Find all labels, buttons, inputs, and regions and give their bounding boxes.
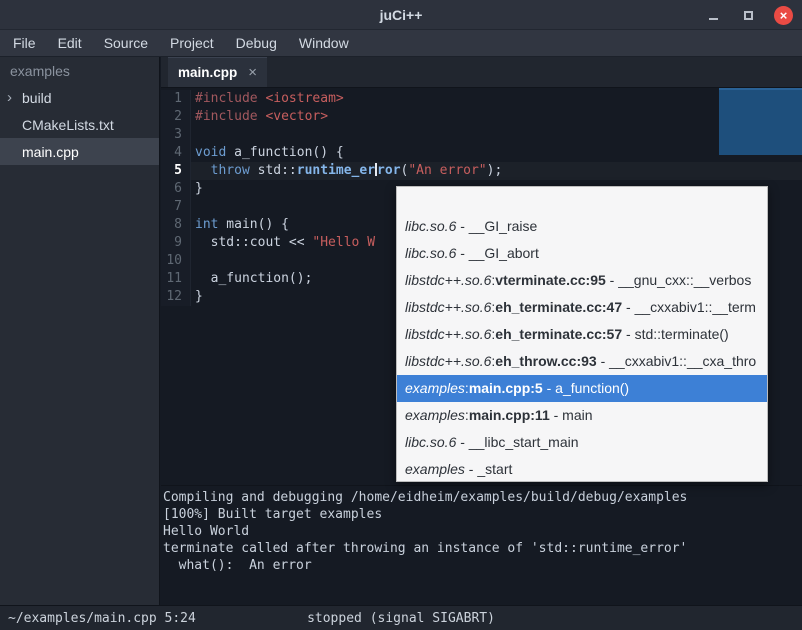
frame-location: main.cpp:11 <box>469 407 550 423</box>
code-text: a_function(); <box>191 270 312 288</box>
code-line-4[interactable]: 4void a_function() { <box>161 144 802 162</box>
tree-item-label: build <box>22 90 52 106</box>
frame-library: examples <box>405 407 465 423</box>
code-text: void a_function() { <box>191 144 344 162</box>
line-number[interactable]: 4 <box>161 144 191 162</box>
frame-location: eh_throw.cc:93 <box>495 353 596 369</box>
menu-debug[interactable]: Debug <box>225 30 288 56</box>
menu-edit[interactable]: Edit <box>47 30 93 56</box>
line-number[interactable]: 2 <box>161 108 191 126</box>
output-line: Compiling and debugging /home/eidheim/ex… <box>163 489 802 506</box>
tab-main-cpp[interactable]: main.cpp × <box>168 57 267 87</box>
menubar: FileEditSourceProjectDebugWindow <box>0 30 802 57</box>
frame-library: libstdc++.so.6 <box>405 272 491 288</box>
line-number[interactable]: 1 <box>161 90 191 108</box>
tree-item-build[interactable]: › build <box>0 84 159 111</box>
backtrace-item[interactable]: libstdc++.so.6:eh_terminate.cc:57 - std:… <box>397 321 767 348</box>
close-icon[interactable]: × <box>774 6 793 25</box>
status-file-position: ~/examples/main.cpp 5:24 <box>8 611 196 626</box>
tree-item-label: main.cpp <box>22 144 79 160</box>
code-text <box>191 198 195 216</box>
project-name: examples <box>0 57 159 84</box>
frame-library: libstdc++.so.6 <box>405 353 491 369</box>
tab-label: main.cpp <box>178 65 237 80</box>
output-line: [100%] Built target examples <box>163 506 802 523</box>
line-number[interactable]: 9 <box>161 234 191 252</box>
tab-bar: main.cpp × <box>161 57 802 88</box>
line-number[interactable]: 8 <box>161 216 191 234</box>
code-text: throw std::runtime_error("An error"); <box>191 162 502 180</box>
output-line: what(): An error <box>163 557 802 574</box>
tooltip-overlay-box <box>719 88 802 155</box>
frame-library: libc.so.6 <box>405 434 456 450</box>
backtrace-item[interactable]: libc.so.6 - __GI_abort <box>397 240 767 267</box>
backtrace-item[interactable]: libstdc++.so.6:eh_terminate.cc:47 - __cx… <box>397 294 767 321</box>
frame-location: eh_terminate.cc:47 <box>495 299 622 315</box>
code-text: #include <iostream> <box>191 90 344 108</box>
tab-close-icon[interactable]: × <box>248 64 257 81</box>
line-number[interactable]: 7 <box>161 198 191 216</box>
backtrace-item[interactable]: examples:main.cpp:11 - main <box>397 402 767 429</box>
frame-library: examples <box>405 461 465 477</box>
frame-library: libstdc++.so.6 <box>405 326 491 342</box>
backtrace-popup: libc.so.6 - __GI_raiselibc.so.6 - __GI_a… <box>396 186 768 482</box>
frame-library: examples <box>405 380 465 396</box>
minimize-icon[interactable] <box>704 6 723 25</box>
code-line-3[interactable]: 3 <box>161 126 802 144</box>
line-number[interactable]: 3 <box>161 126 191 144</box>
tree-item-cmakelists-txt[interactable]: CMakeLists.txt <box>0 111 159 138</box>
menu-project[interactable]: Project <box>159 30 225 56</box>
expander-chevron-icon[interactable]: › <box>7 88 12 105</box>
code-text: std::cout << "Hello W <box>191 234 375 252</box>
frame-library: libc.so.6 <box>405 218 456 234</box>
menu-file[interactable]: File <box>2 30 47 56</box>
titlebar[interactable]: juCi++ × <box>0 0 802 30</box>
backtrace-item[interactable]: examples - _start <box>397 456 767 482</box>
menu-source[interactable]: Source <box>93 30 159 56</box>
tree-item-main-cpp[interactable]: main.cpp <box>0 138 159 165</box>
backtrace-item[interactable]: libstdc++.so.6:eh_throw.cc:93 - __cxxabi… <box>397 348 767 375</box>
backtrace-item-selected[interactable]: examples:main.cpp:5 - a_function() <box>397 375 767 402</box>
status-bar: ~/examples/main.cpp 5:24 stopped (signal… <box>0 605 802 630</box>
frame-library: libc.so.6 <box>405 245 456 261</box>
backtrace-item[interactable]: libc.so.6 - __GI_raise <box>397 213 767 240</box>
line-number[interactable]: 11 <box>161 270 191 288</box>
code-line-1[interactable]: 1#include <iostream> <box>161 90 802 108</box>
code-line-2[interactable]: 2#include <vector> <box>161 108 802 126</box>
frame-library: libstdc++.so.6 <box>405 299 491 315</box>
line-number[interactable]: 10 <box>161 252 191 270</box>
window-title: juCi++ <box>380 7 423 23</box>
jucipp-window: juCi++ × FileEditSourceProjectDebugWindo… <box>0 0 802 630</box>
code-line-5[interactable]: 5 throw std::runtime_error("An error"); <box>161 162 802 180</box>
restore-icon[interactable] <box>739 6 758 25</box>
file-tree-panel: examples › build CMakeLists.txt main.cpp <box>0 57 160 605</box>
menu-window[interactable]: Window <box>288 30 360 56</box>
code-text: #include <vector> <box>191 108 328 126</box>
tree-item-label: CMakeLists.txt <box>22 117 114 133</box>
file-tree: › build CMakeLists.txt main.cpp <box>0 84 159 165</box>
window-controls: × <box>704 0 793 30</box>
frame-location: main.cpp:5 <box>469 380 543 396</box>
code-text <box>191 252 195 270</box>
output-line: terminate called after throwing an insta… <box>163 540 802 557</box>
output-line: Hello World <box>163 523 802 540</box>
line-number[interactable]: 6 <box>161 180 191 198</box>
frame-location: eh_terminate.cc:57 <box>495 326 622 342</box>
line-number[interactable]: 5 <box>161 162 191 180</box>
backtrace-item[interactable]: libc.so.6 - __libc_start_main <box>397 429 767 456</box>
output-panel[interactable]: Compiling and debugging /home/eidheim/ex… <box>161 485 802 605</box>
code-text: } <box>191 288 203 306</box>
minimize-glyph <box>709 18 718 20</box>
line-number[interactable]: 12 <box>161 288 191 306</box>
code-text <box>191 126 195 144</box>
backtrace-item[interactable]: libstdc++.so.6:vterminate.cc:95 - __gnu_… <box>397 267 767 294</box>
code-text: } <box>191 180 203 198</box>
frame-location: vterminate.cc:95 <box>495 272 606 288</box>
restore-glyph <box>744 11 753 20</box>
code-text: int main() { <box>191 216 289 234</box>
